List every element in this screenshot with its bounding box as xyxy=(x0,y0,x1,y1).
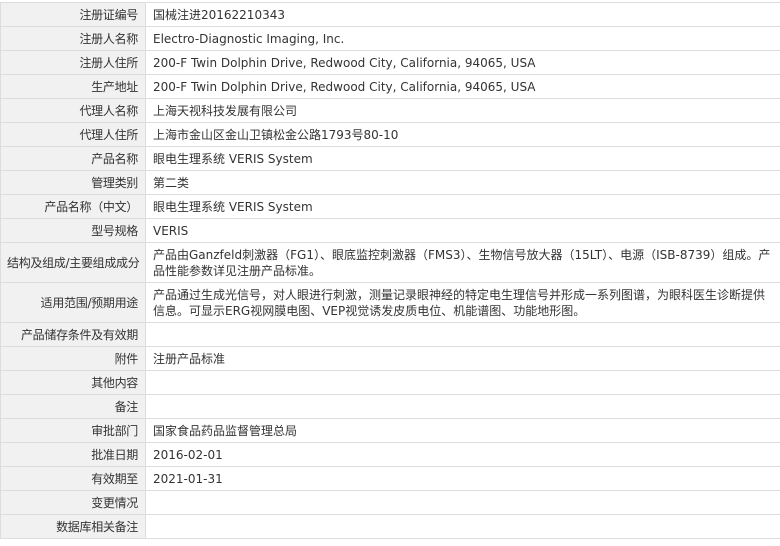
row-valid-until: 有效期至 2021-01-31 xyxy=(1,467,780,491)
label-management-category: 管理类别 xyxy=(1,171,146,195)
value-product-name-chinese: 眼电生理系统 VERIS System xyxy=(146,195,780,219)
label-model-spec: 型号规格 xyxy=(1,219,146,243)
label-agent-name: 代理人名称 xyxy=(1,99,146,123)
label-product-name-chinese: 产品名称（中文） xyxy=(1,195,146,219)
row-remarks: 备注 xyxy=(1,395,780,419)
value-other-content xyxy=(146,371,780,395)
row-database-remarks: 数据库相关备注 xyxy=(1,515,780,539)
value-intended-use: 产品通过生成光信号，对人眼进行刺激，测量记录眼神经的特定电生理信号并形成一系列图… xyxy=(146,283,780,323)
row-product-name-chinese: 产品名称（中文） 眼电生理系统 VERIS System xyxy=(1,195,780,219)
value-valid-until: 2021-01-31 xyxy=(146,467,780,491)
value-agent-name: 上海天视科技发展有限公司 xyxy=(146,99,780,123)
value-registrant-name: Electro-Diagnostic Imaging, Inc. xyxy=(146,27,780,51)
value-approval-department: 国家食品药品监督管理总局 xyxy=(146,419,780,443)
value-attachments: 注册产品标准 xyxy=(146,347,780,371)
value-registration-number: 国械注进20162210343 xyxy=(146,3,780,27)
label-approval-date: 批准日期 xyxy=(1,443,146,467)
row-management-category: 管理类别 第二类 xyxy=(1,171,780,195)
label-approval-department: 审批部门 xyxy=(1,419,146,443)
value-storage-validity xyxy=(146,323,780,347)
label-structure-composition: 结构及组成/主要组成成分 xyxy=(1,243,146,283)
row-registrant-name: 注册人名称 Electro-Diagnostic Imaging, Inc. xyxy=(1,27,780,51)
label-attachments: 附件 xyxy=(1,347,146,371)
value-model-spec: VERIS xyxy=(146,219,780,243)
label-remarks: 备注 xyxy=(1,395,146,419)
row-production-address: 生产地址 200-F Twin Dolphin Drive, Redwood C… xyxy=(1,75,780,99)
row-product-name: 产品名称 眼电生理系统 VERIS System xyxy=(1,147,780,171)
label-valid-until: 有效期至 xyxy=(1,467,146,491)
row-change-status: 变更情况 xyxy=(1,491,780,515)
label-agent-address: 代理人住所 xyxy=(1,123,146,147)
label-other-content: 其他内容 xyxy=(1,371,146,395)
value-remarks xyxy=(146,395,780,419)
row-approval-date: 批准日期 2016-02-01 xyxy=(1,443,780,467)
row-agent-address: 代理人住所 上海市金山区金山卫镇松金公路1793号80-10 xyxy=(1,123,780,147)
row-registrant-address: 注册人住所 200-F Twin Dolphin Drive, Redwood … xyxy=(1,51,780,75)
row-agent-name: 代理人名称 上海天视科技发展有限公司 xyxy=(1,99,780,123)
label-storage-validity: 产品储存条件及有效期 xyxy=(1,323,146,347)
label-database-remarks: 数据库相关备注 xyxy=(1,515,146,539)
value-database-remarks xyxy=(146,515,780,539)
value-registrant-address: 200-F Twin Dolphin Drive, Redwood City, … xyxy=(146,51,780,75)
value-agent-address: 上海市金山区金山卫镇松金公路1793号80-10 xyxy=(146,123,780,147)
label-registration-number: 注册证编号 xyxy=(1,3,146,27)
row-registration-number: 注册证编号 国械注进20162210343 xyxy=(1,3,780,27)
value-change-status xyxy=(146,491,780,515)
label-production-address: 生产地址 xyxy=(1,75,146,99)
registration-info-table: 注册证编号 国械注进20162210343 注册人名称 Electro-Diag… xyxy=(0,2,780,539)
row-model-spec: 型号规格 VERIS xyxy=(1,219,780,243)
row-storage-validity: 产品储存条件及有效期 xyxy=(1,323,780,347)
label-intended-use: 适用范围/预期用途 xyxy=(1,283,146,323)
value-structure-composition: 产品由Ganzfeld刺激器（FG1）、眼底监控刺激器（FMS3）、生物信号放大… xyxy=(146,243,780,283)
row-structure-composition: 结构及组成/主要组成成分 产品由Ganzfeld刺激器（FG1）、眼底监控刺激器… xyxy=(1,243,780,283)
row-intended-use: 适用范围/预期用途 产品通过生成光信号，对人眼进行刺激，测量记录眼神经的特定电生… xyxy=(1,283,780,323)
label-product-name: 产品名称 xyxy=(1,147,146,171)
label-change-status: 变更情况 xyxy=(1,491,146,515)
value-management-category: 第二类 xyxy=(146,171,780,195)
label-registrant-name: 注册人名称 xyxy=(1,27,146,51)
row-approval-department: 审批部门 国家食品药品监督管理总局 xyxy=(1,419,780,443)
row-other-content: 其他内容 xyxy=(1,371,780,395)
row-attachments: 附件 注册产品标准 xyxy=(1,347,780,371)
value-approval-date: 2016-02-01 xyxy=(146,443,780,467)
value-production-address: 200-F Twin Dolphin Drive, Redwood City, … xyxy=(146,75,780,99)
value-product-name: 眼电生理系统 VERIS System xyxy=(146,147,780,171)
label-registrant-address: 注册人住所 xyxy=(1,51,146,75)
